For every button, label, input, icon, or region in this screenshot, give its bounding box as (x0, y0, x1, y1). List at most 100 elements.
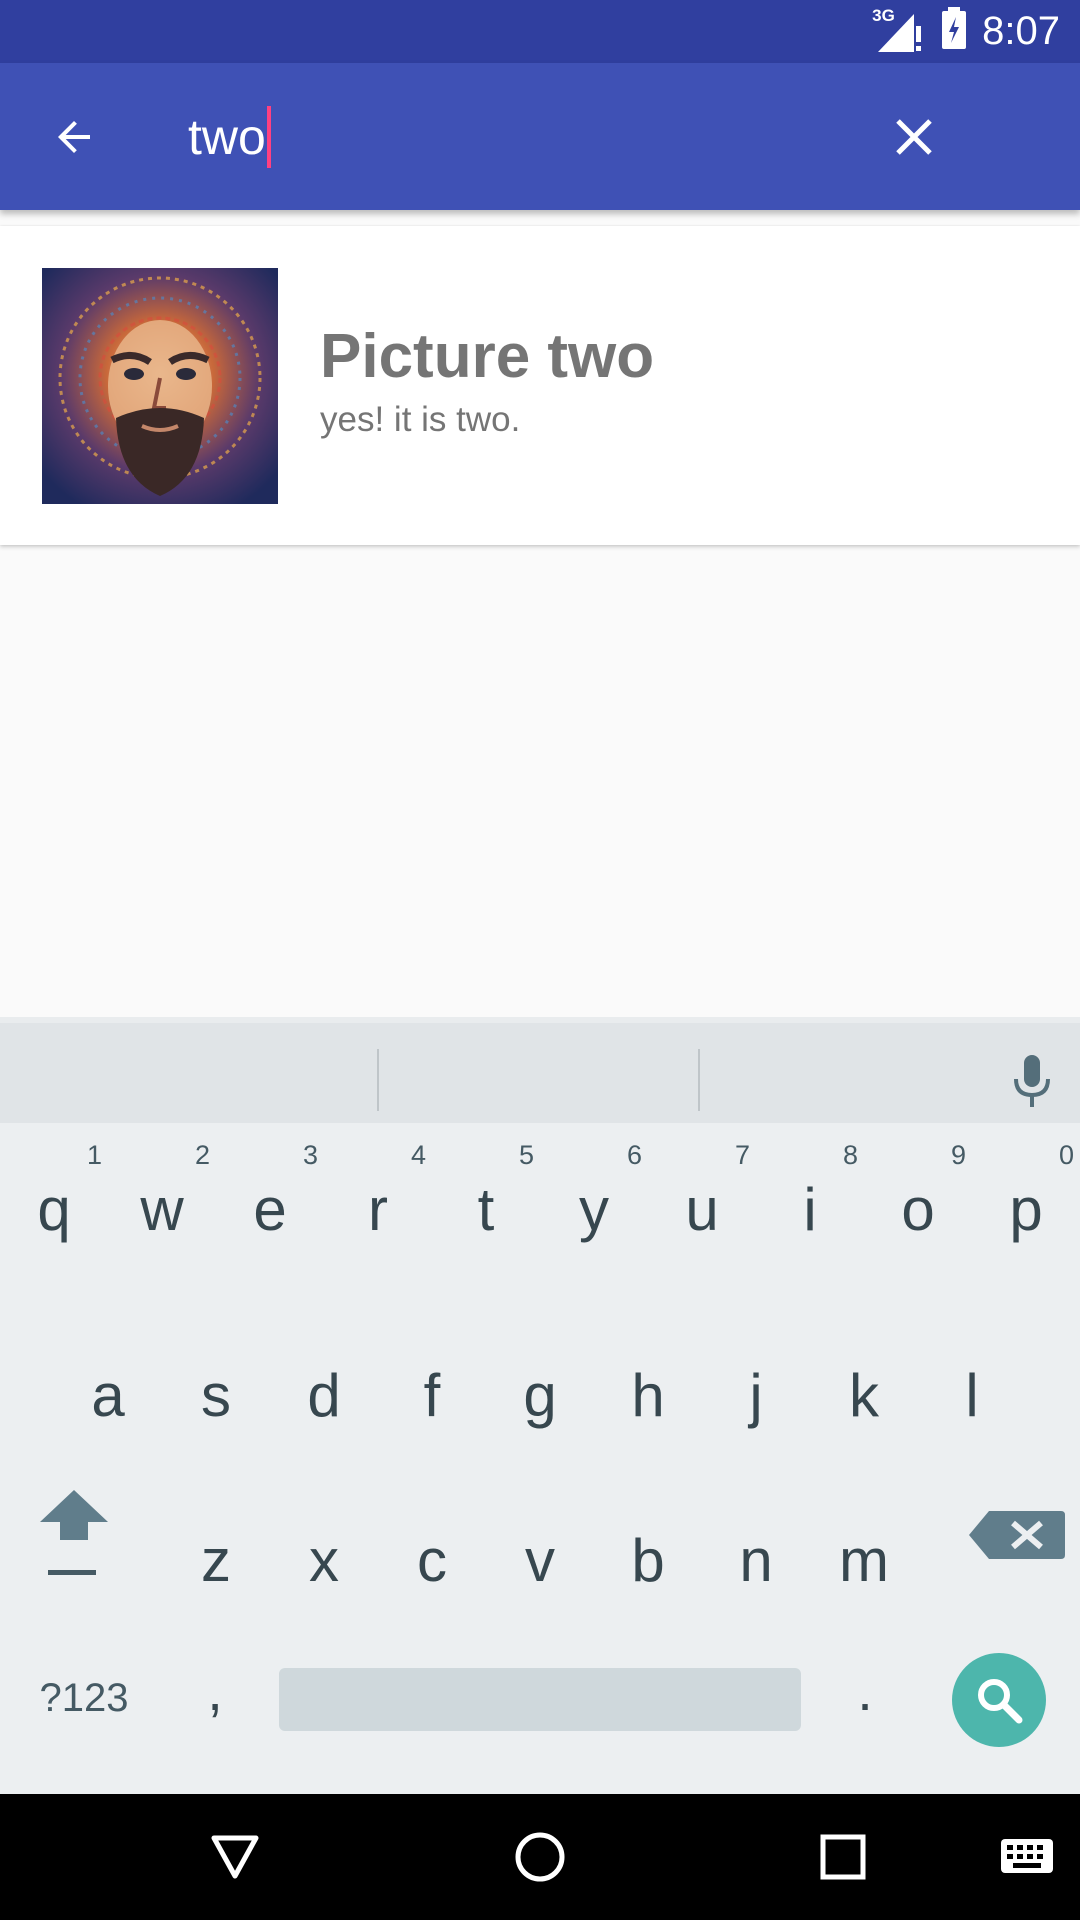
voice-input-button[interactable] (1000, 1049, 1064, 1113)
key-n[interactable]: n (702, 1495, 810, 1645)
microphone-icon (1014, 1055, 1050, 1107)
text-cursor (266, 106, 271, 168)
key-g[interactable]: g (486, 1330, 594, 1480)
key-label: x (309, 1527, 339, 1594)
status-time: 8:07 (982, 9, 1060, 53)
back-button[interactable] (36, 105, 112, 169)
key-y[interactable]: y6 (540, 1130, 648, 1280)
system-nav-bar (0, 1794, 1080, 1920)
suggestion-divider (377, 1049, 379, 1111)
key-a[interactable]: a (54, 1330, 162, 1480)
result-subtitle: yes! it is two. (320, 400, 521, 439)
key-hint: 6 (626, 1140, 642, 1170)
key-label: h (631, 1362, 665, 1429)
key-r[interactable]: r4 (324, 1130, 432, 1280)
suggestion-strip (0, 1017, 1080, 1123)
nav-keyboard-button[interactable] (995, 1822, 1059, 1892)
key-hint: 1 (86, 1140, 102, 1170)
key-label: t (477, 1176, 495, 1243)
key-k[interactable]: k (810, 1330, 918, 1480)
key-hint: 9 (950, 1140, 966, 1170)
key-hint: 3 (302, 1140, 318, 1170)
square-recents-icon (820, 1834, 866, 1880)
key-label: s (201, 1362, 231, 1429)
key-d[interactable]: d (270, 1330, 378, 1480)
comma-key[interactable]: , (170, 1650, 260, 1730)
symbols-key[interactable]: ?123 (14, 1658, 154, 1738)
backspace-key[interactable] (965, 1505, 1070, 1565)
key-t[interactable]: t5 (432, 1130, 540, 1280)
key-j[interactable]: j (702, 1330, 810, 1480)
key-label: y (579, 1176, 609, 1243)
signal-icon: 3G (872, 6, 926, 54)
backspace-icon (969, 1511, 1065, 1559)
key-x[interactable]: x (270, 1495, 378, 1645)
search-input[interactable]: two (188, 105, 271, 169)
key-label: p (1009, 1176, 1043, 1243)
keyboard-icon (1001, 1839, 1053, 1873)
nav-recents-button[interactable] (808, 1822, 878, 1892)
key-label: l (965, 1362, 979, 1429)
key-label: n (739, 1527, 773, 1594)
key-label: r (368, 1176, 388, 1243)
key-p[interactable]: p0 (972, 1130, 1080, 1280)
key-label: b (631, 1527, 665, 1594)
network-type: 3G (872, 5, 895, 25)
key-h[interactable]: h (594, 1330, 702, 1480)
key-s[interactable]: s (162, 1330, 270, 1480)
key-o[interactable]: o9 (864, 1130, 972, 1280)
key-label: v (525, 1527, 555, 1594)
key-label: f (423, 1362, 441, 1429)
key-label: d (307, 1362, 341, 1429)
key-m[interactable]: m (810, 1495, 918, 1645)
key-w[interactable]: w2 (108, 1130, 216, 1280)
key-e[interactable]: e3 (216, 1130, 324, 1280)
key-l[interactable]: l (918, 1330, 1026, 1480)
key-label: j (749, 1362, 763, 1429)
search-query: two (188, 109, 266, 165)
search-toolbar: two (0, 63, 1080, 210)
close-icon (896, 119, 932, 155)
arrow-left-icon (58, 121, 90, 153)
circle-home-icon (515, 1832, 565, 1882)
key-label: k (849, 1362, 879, 1429)
key-c[interactable]: c (378, 1495, 486, 1645)
key-u[interactable]: u7 (648, 1130, 756, 1280)
period-key[interactable]: . (820, 1650, 910, 1730)
key-hint: 5 (518, 1140, 534, 1170)
key-i[interactable]: i8 (756, 1130, 864, 1280)
key-label: o (901, 1176, 935, 1243)
key-label: u (685, 1176, 719, 1243)
triangle-back-icon (211, 1835, 259, 1879)
nav-home-button[interactable] (505, 1822, 575, 1892)
key-f[interactable]: f (378, 1330, 486, 1480)
key-q[interactable]: q1 (0, 1130, 108, 1280)
key-b[interactable]: b (594, 1495, 702, 1645)
clear-search-button[interactable] (876, 105, 952, 169)
search-icon (978, 1679, 1023, 1724)
key-hint: 7 (734, 1140, 750, 1170)
battery-icon (940, 7, 968, 56)
space-key[interactable] (279, 1668, 801, 1731)
key-label: q (37, 1176, 71, 1243)
key-label: z (201, 1527, 231, 1594)
result-card[interactable]: Picture two yes! it is two. (0, 226, 1080, 545)
key-hint: 4 (410, 1140, 426, 1170)
result-thumbnail (42, 268, 278, 504)
shift-key[interactable] (30, 1490, 130, 1600)
key-hint: 8 (842, 1140, 858, 1170)
key-label: a (91, 1362, 125, 1429)
result-title: Picture two (320, 322, 655, 391)
key-v[interactable]: v (486, 1495, 594, 1645)
suggestion-divider (698, 1049, 700, 1111)
key-label: g (523, 1362, 557, 1429)
key-hint: 0 (1058, 1140, 1074, 1170)
key-label: e (253, 1176, 287, 1243)
key-hint: 2 (194, 1140, 210, 1170)
key-label: i (803, 1176, 817, 1243)
key-label: w (140, 1176, 184, 1243)
nav-back-button[interactable] (200, 1822, 270, 1892)
shift-arrow-icon (40, 1490, 108, 1575)
search-action-key[interactable] (952, 1653, 1046, 1747)
key-z[interactable]: z (162, 1495, 270, 1645)
